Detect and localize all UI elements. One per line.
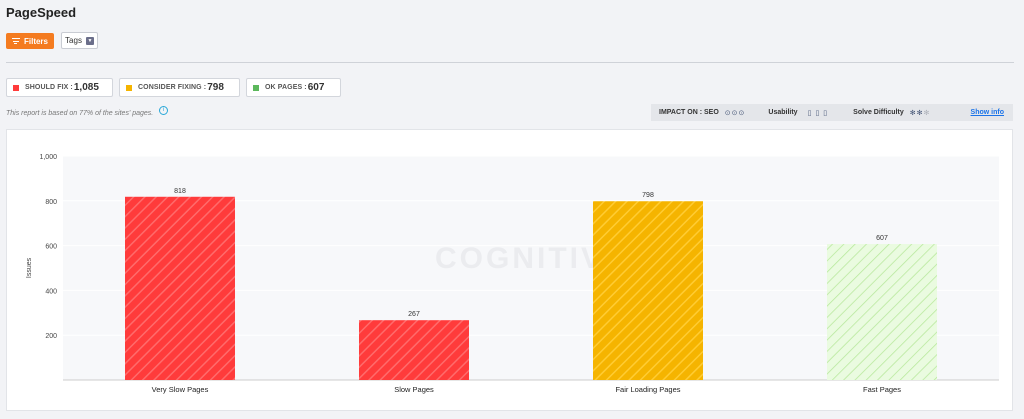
y-tick-label: 200 bbox=[45, 333, 57, 340]
impact-seo-label: IMPACT ON : SEO bbox=[659, 109, 719, 116]
tags-dropdown[interactable]: Tags ▼ bbox=[61, 32, 98, 49]
ok-pages-badge[interactable]: OK PAGES : 607 bbox=[246, 78, 341, 97]
consider-fixing-badge[interactable]: CONSIDER FIXING : 798 bbox=[119, 78, 240, 97]
bar bbox=[359, 320, 469, 380]
y-tick-label: 1,000 bbox=[39, 154, 57, 161]
consider-fixing-value: 798 bbox=[207, 82, 224, 93]
x-tick-label: Fast Pages bbox=[863, 385, 901, 394]
bar bbox=[593, 201, 703, 380]
report-note: This report is based on 77% of the sites… bbox=[6, 110, 154, 117]
bar bbox=[125, 196, 235, 380]
eye-icon: ⊙ ⊙ ⊙ bbox=[724, 109, 745, 117]
y-tick-label: 600 bbox=[45, 244, 57, 251]
filter-icon bbox=[11, 37, 20, 46]
yellow-square-icon bbox=[126, 84, 132, 91]
x-tick-label: Very Slow Pages bbox=[152, 385, 209, 394]
info-icon[interactable]: i bbox=[159, 106, 168, 115]
chart-panel: 200 400 600 800 1,000 Issues COGNITIVE 818 Very … bbox=[6, 129, 1013, 411]
x-tick-label: Fair Loading Pages bbox=[615, 385, 680, 394]
y-tick-label: 800 bbox=[45, 199, 57, 206]
divider bbox=[6, 62, 1014, 63]
bar-value-label: 267 bbox=[408, 311, 420, 318]
filters-button[interactable]: Filters bbox=[6, 33, 54, 49]
consider-fixing-label: CONSIDER FIXING : bbox=[138, 84, 207, 91]
solve-difficulty-label: Solve Difficulty bbox=[853, 109, 904, 116]
bar-chart: 2004006008001,000Issues COGNITIVE818Very … bbox=[26, 154, 999, 394]
ok-pages-label: OK PAGES : bbox=[265, 84, 307, 91]
user-icon: ▯ ▯ ▯ bbox=[807, 109, 828, 117]
show-info-link[interactable]: Show info bbox=[971, 109, 1004, 116]
should-fix-badge[interactable]: SHOULD FIX : 1,085 bbox=[6, 78, 113, 97]
should-fix-label: SHOULD FIX : bbox=[25, 84, 73, 91]
bar bbox=[827, 244, 937, 380]
tags-label: Tags bbox=[65, 36, 82, 45]
chevron-down-icon: ▼ bbox=[85, 36, 94, 45]
bar-value-label: 798 bbox=[642, 192, 654, 199]
page-title: PageSpeed bbox=[6, 5, 77, 20]
y-tick-label: 400 bbox=[45, 288, 57, 295]
should-fix-value: 1,085 bbox=[73, 82, 99, 93]
x-tick-label: Slow Pages bbox=[394, 385, 434, 394]
filters-label: Filters bbox=[23, 36, 48, 46]
red-square-icon bbox=[13, 84, 19, 91]
gear-icon: ✻ ✻ ✻ bbox=[909, 109, 930, 117]
impact-legend: IMPACT ON : SEO ⊙ ⊙ ⊙ Usability ▯ ▯ ▯ Solve … bbox=[651, 104, 1013, 121]
usability-label: Usability bbox=[768, 109, 798, 116]
y-axis-label: Issues bbox=[26, 257, 33, 278]
green-square-icon bbox=[253, 84, 259, 91]
bar-value-label: 818 bbox=[174, 188, 186, 195]
bar-value-label: 607 bbox=[876, 235, 888, 242]
ok-pages-value: 607 bbox=[307, 82, 325, 93]
